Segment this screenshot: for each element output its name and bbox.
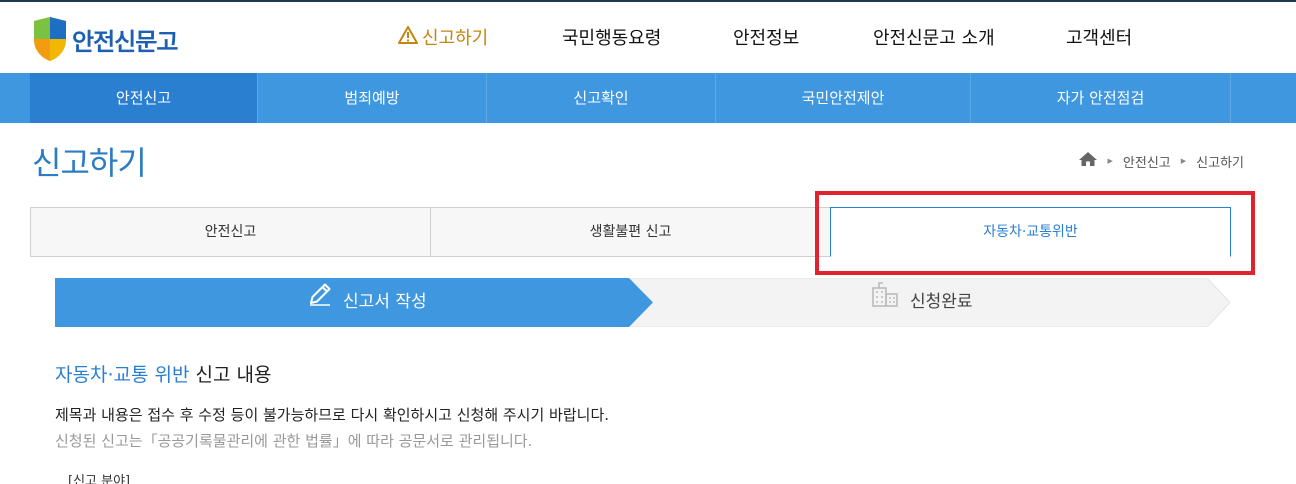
notice-edit-warning: 제목과 내용은 접수 후 수정 등이 불가능하므로 다시 확인하시고 신청해 주… xyxy=(55,406,610,424)
content-title: 자동차·교통 위반 신고 내용 xyxy=(55,360,271,387)
sub-navigation: 안전신고 범죄예방 신고확인 국민안전제안 자가 안전점검 xyxy=(0,73,1296,123)
step-arrows xyxy=(55,278,1230,327)
menu-safety-info[interactable]: 안전정보 xyxy=(733,22,799,56)
pencil-icon xyxy=(307,278,333,327)
subnav-crime-prevention[interactable]: 범죄예방 xyxy=(258,73,487,123)
building-icon xyxy=(870,278,900,328)
tab-inconvenience-report[interactable]: 생활불편 신고 xyxy=(430,207,831,257)
notice-records-law: 신청된 신고는「공공기록물관리에 관한 법률」에 따라 공문서로 관리됩니다. xyxy=(55,432,533,450)
warning-icon xyxy=(398,22,418,56)
main-menu: 신고하기 국민행동요령 안전정보 안전신문고 소개 고객센터 xyxy=(0,22,1296,56)
top-header: 안전신문고 신고하기 국민행동요령 안전정보 안전신문고 소개 고객센터 xyxy=(0,0,1296,73)
content-title-highlight: 자동차·교통 위반 xyxy=(55,364,190,386)
menu-report[interactable]: 신고하기 xyxy=(398,22,488,56)
menu-customer-center[interactable]: 고객센터 xyxy=(1066,22,1132,56)
subnav-safety-report[interactable]: 안전신고 xyxy=(30,73,258,123)
breadcrumb: ▶ 안전신고 ▶ 신고하기 xyxy=(1078,151,1244,171)
breadcrumb-item[interactable]: 안전신고 xyxy=(1123,152,1171,171)
menu-report-label: 신고하기 xyxy=(422,28,489,49)
subnav-safety-proposal[interactable]: 국민안전제안 xyxy=(716,73,971,123)
breadcrumb-separator-icon: ▶ xyxy=(1180,157,1187,165)
tab-safety-report[interactable]: 안전신고 xyxy=(30,207,431,257)
subnav-report-check[interactable]: 신고확인 xyxy=(487,73,716,123)
subnav-self-check[interactable]: 자가 안전점검 xyxy=(971,73,1231,123)
step-complete-label: 신청완료 xyxy=(910,292,973,312)
breadcrumb-current: 신고하기 xyxy=(1196,155,1244,171)
field-label-category: [신고 분야] xyxy=(68,474,131,484)
breadcrumb-separator-icon: ▶ xyxy=(1107,157,1113,165)
step-write: 신고서 작성 xyxy=(307,278,427,327)
step-indicator: 신고서 작성 신청완료 xyxy=(55,278,1230,327)
step-write-label: 신고서 작성 xyxy=(343,292,427,312)
content-title-rest: 신고 내용 xyxy=(189,364,272,386)
home-icon[interactable] xyxy=(1078,151,1098,171)
menu-action-guide[interactable]: 국민행동요령 xyxy=(562,22,661,56)
menu-about[interactable]: 안전신문고 소개 xyxy=(873,22,995,56)
page-title: 신고하기 xyxy=(32,144,147,182)
step-complete: 신청완료 xyxy=(870,278,973,327)
highlight-box xyxy=(815,191,1255,275)
